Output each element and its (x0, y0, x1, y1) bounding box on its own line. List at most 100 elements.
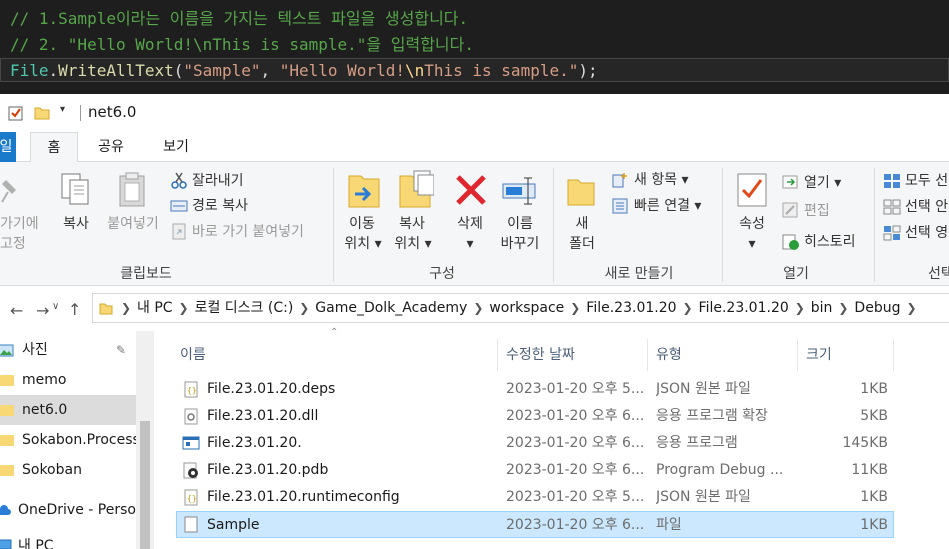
breadcrumb-chevron-icon[interactable]: ❯ (564, 294, 586, 322)
copy-path-button[interactable]: 경로 복사 (192, 195, 248, 217)
nav-item-onedrive[interactable]: OneDrive - Personal (0, 495, 136, 525)
file-size: 11KB (851, 462, 888, 478)
nav-item-memo[interactable]: memo (0, 365, 136, 395)
breadcrumb-item[interactable]: File.23.01.20 (586, 294, 676, 322)
ribbon-tabs: 일 홈 공유 보기 (0, 132, 949, 163)
breadcrumb-chevron-icon[interactable]: ❯ (832, 294, 854, 322)
code-token-arg2b: This is sample." (424, 61, 579, 80)
pin-button-line2[interactable]: 고정 (0, 234, 30, 254)
window-title: net6.0 (88, 103, 137, 121)
move-to-button-line2[interactable]: 위치 ▾ (340, 234, 386, 254)
ribbon: 가기에 고정 복사 붙여넣기 잘라내기 경로 복사 바로 가기 붙여넣기 클립보… (0, 162, 949, 286)
code-current-line[interactable]: File.WriteAllText("Sample", "Hello World… (0, 58, 949, 82)
delete-button-line2[interactable]: ▾ (448, 234, 492, 254)
history-button[interactable]: 히스토리 (804, 231, 856, 253)
nav-item-label: 사진 (22, 342, 48, 358)
new-folder-button-line2[interactable]: 폴더 (562, 234, 602, 254)
history-icon (782, 234, 799, 250)
easy-access-button[interactable]: 빠른 연결 ▾ (634, 195, 701, 217)
file-row[interactable]: {} File.23.01.20.deps 2023-01-20 오후 5...… (176, 376, 894, 403)
breadcrumb-chevron-icon[interactable]: ❯ (173, 294, 195, 322)
column-header-size[interactable]: 크기 (798, 339, 894, 371)
breadcrumb-chevron-icon[interactable]: ❯ (293, 294, 315, 322)
breadcrumb-item[interactable]: Game_Dolk_Academy (315, 294, 467, 322)
application-icon (182, 436, 200, 450)
properties-icon (737, 173, 767, 207)
nav-item-net6[interactable]: net6.0 (0, 395, 136, 425)
file-row-selected[interactable]: Sample 2023-01-20 오후 6... 파일 1KB (176, 511, 894, 538)
group-label-select: 선택 (928, 266, 949, 282)
rename-button-line1[interactable]: 이름 (496, 214, 544, 234)
breadcrumb-item[interactable]: 로컬 디스크 (C:) (195, 294, 294, 322)
edit-button[interactable]: 편집 (804, 200, 830, 222)
nav-item-label: Sokoban (22, 462, 82, 478)
up-arrow-icon[interactable]: ↑ (68, 300, 81, 319)
column-header-type[interactable]: 유형 (648, 339, 798, 371)
copy-to-button-line2[interactable]: 위치 ▾ (390, 234, 436, 254)
file-row[interactable]: File.23.01.20.dll 2023-01-20 오후 6... 응용 … (176, 403, 894, 430)
breadcrumb-item[interactable]: 내 PC (137, 294, 173, 322)
new-folder-button-line1[interactable]: 새 (562, 214, 602, 234)
recent-dropdown-icon[interactable]: ∨ (52, 301, 59, 312)
open-button[interactable]: 열기 ▾ (804, 172, 841, 194)
invert-selection-button[interactable]: 선택 영 (905, 222, 948, 244)
address-bar[interactable]: ❯ 내 PC ❯ 로컬 디스크 (C:) ❯ Game_Dolk_Academy ❯ work… (92, 293, 949, 323)
tab-home[interactable]: 홈 (30, 132, 78, 163)
new-item-button[interactable]: 새 항목 ▾ (634, 169, 689, 191)
tab-view[interactable]: 보기 (150, 132, 202, 162)
column-header-date[interactable]: 수정한 날짜 (498, 339, 648, 371)
file-row[interactable]: {} File.23.01.20.runtimeconfig 2023-01-2… (176, 484, 894, 511)
file-row[interactable]: File.23.01.20.pdb 2023-01-20 오후 6... Pro… (176, 457, 894, 484)
rename-button-line2[interactable]: 바꾸기 (496, 234, 544, 254)
paste-button[interactable]: 붙여넣기 (102, 214, 164, 234)
pin-icon (1, 180, 16, 203)
paste-shortcut-button[interactable]: 바로 가기 붙여넣기 (192, 221, 304, 243)
breadcrumb-chevron-icon[interactable]: ❯ (467, 294, 489, 322)
select-none-button[interactable]: 선택 안 (905, 196, 948, 218)
quick-access-dropdown-icon[interactable]: ▾ (60, 104, 65, 115)
nav-item-sokoban[interactable]: Sokoban (0, 455, 136, 485)
select-none-icon (883, 199, 901, 215)
select-all-button[interactable]: 모두 선 (905, 170, 948, 192)
copy-path-icon (170, 200, 188, 212)
breadcrumb-item[interactable]: bin (811, 294, 833, 322)
nav-item-pictures[interactable]: 사진 ✎ (0, 335, 136, 365)
breadcrumb-chevron-icon[interactable]: ❯ (789, 294, 811, 322)
file-date: 2023-01-20 오후 5... (506, 381, 645, 397)
code-token-arg1: "Sample" (183, 61, 261, 80)
breadcrumb-item[interactable]: Debug (854, 294, 900, 322)
copy-to-button-line1[interactable]: 복사 (390, 214, 434, 234)
file-date: 2023-01-20 오후 6... (506, 517, 645, 533)
properties-check-icon[interactable] (8, 105, 24, 121)
file-type: 응용 프로그램 (656, 435, 738, 451)
nav-item-label: Sokabon.Process (22, 432, 136, 448)
breadcrumb-chevron-icon[interactable]: ❯ (677, 294, 699, 322)
nav-item-sokabon-process[interactable]: Sokabon.Process (0, 425, 136, 455)
code-editor[interactable]: // 1.Sample이라는 이름을 가지는 텍스트 파일을 생성합니다. //… (0, 0, 949, 94)
properties-button-line1[interactable]: 속성 (730, 214, 774, 234)
code-token-comma: , (260, 61, 280, 80)
file-row[interactable]: File.23.01.20. 2023-01-20 오후 6... 응용 프로그… (176, 430, 894, 457)
group-label-organize: 구성 (429, 266, 455, 282)
breadcrumb-chevron-icon[interactable]: ❯ (900, 294, 922, 322)
properties-button-line2[interactable]: ▾ (730, 234, 774, 254)
pin-button-line1[interactable]: 가기에 (0, 214, 48, 234)
back-arrow-icon[interactable]: ← (10, 301, 23, 320)
nav-item-this-pc[interactable]: 내 PC (0, 531, 136, 549)
move-to-button-line1[interactable]: 이동 (340, 214, 384, 234)
ribbon-separator (722, 168, 723, 282)
cut-button[interactable]: 잘라내기 (192, 170, 244, 192)
forward-arrow-icon[interactable]: → (36, 301, 49, 320)
column-header-name[interactable]: 이름 (172, 339, 498, 371)
folder-icon[interactable] (34, 105, 50, 121)
breadcrumb-item[interactable]: workspace (489, 294, 564, 322)
nav-scrollbar-thumb[interactable] (140, 421, 150, 549)
breadcrumb-item[interactable]: File.23.01.20 (699, 294, 789, 322)
pin-icon[interactable]: ✎ (116, 335, 126, 365)
nav-item-label: 내 PC (18, 538, 54, 549)
copy-button[interactable]: 복사 (56, 214, 96, 234)
breadcrumb-chevron-icon[interactable]: ❯ (115, 294, 137, 322)
tab-file[interactable]: 일 (0, 132, 16, 162)
tab-share[interactable]: 공유 (85, 132, 137, 162)
delete-button-line1[interactable]: 삭제 (448, 214, 492, 234)
